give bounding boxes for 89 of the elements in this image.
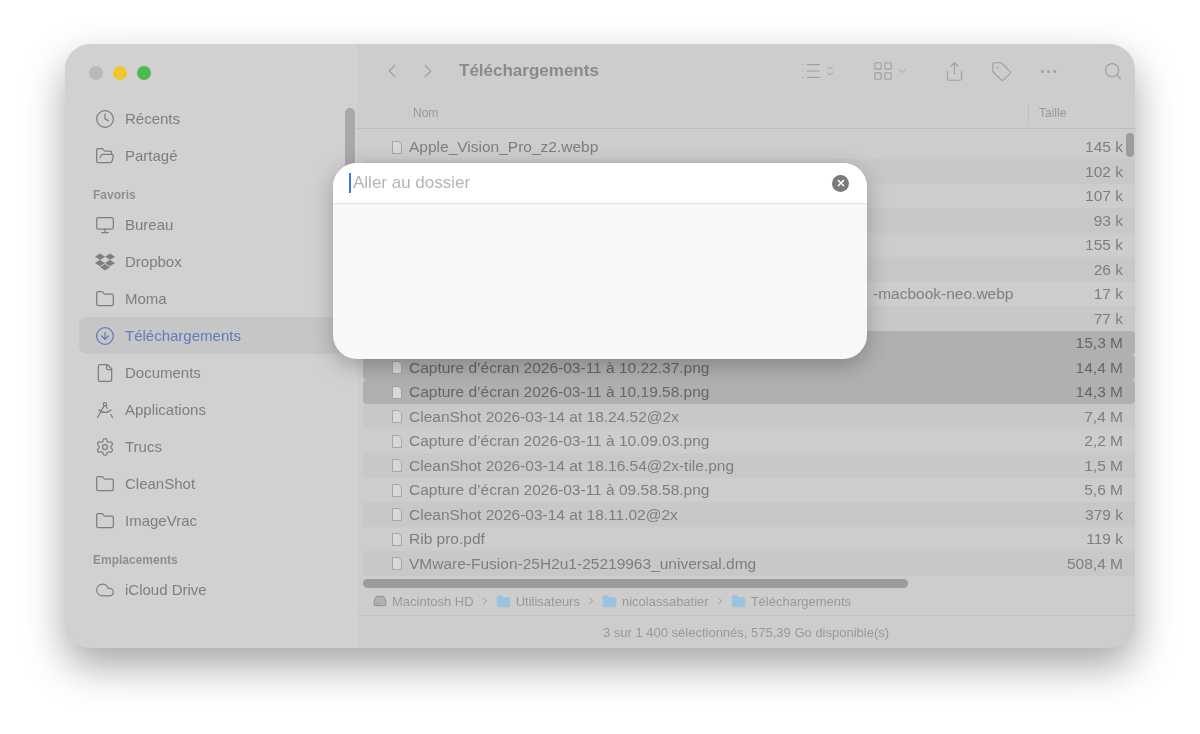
- file-size: 14,3 M: [1074, 383, 1123, 402]
- file-name: Capture d’écran 2026-03-11 à 10.22.37.png: [409, 358, 711, 377]
- file-size: 5,6 M: [1083, 481, 1123, 500]
- file-name: Capture d’écran 2026-03-11 à 10.19.58.png: [409, 383, 711, 402]
- file-size: 77 k: [1092, 309, 1123, 328]
- clear-button[interactable]: [832, 174, 849, 192]
- file-size: 7,4 M: [1083, 407, 1123, 426]
- file-row[interactable]: CleanShot 2026-03-14 at 18.16.54@2x-tile.png 1,5 M: [363, 453, 1135, 478]
- tag-icon[interactable]: [991, 60, 1012, 82]
- file-name: CleanShot 2026-03-14 at 18.16.54@2x-tile.png: [409, 456, 736, 475]
- shared-folder-icon: [95, 145, 115, 166]
- folder-icon: [95, 510, 115, 531]
- file-name: -macbook-neo.webp: [873, 285, 1015, 304]
- file-name: VMware-Fusion-25H2u1-25219963_universal.dmg: [409, 554, 758, 573]
- scrollbar[interactable]: [1126, 132, 1134, 157]
- sidebar-section-header: Favoris: [92, 187, 137, 204]
- file-icon: [392, 361, 402, 375]
- search-icon[interactable]: [1103, 61, 1123, 82]
- folder-icon: [730, 593, 746, 609]
- folder-icon: [601, 593, 617, 609]
- file-size: 2,2 M: [1083, 432, 1123, 451]
- file-icon: [392, 385, 402, 399]
- file-name: Capture d’écran 2026-03-11 à 09.58.58.png: [409, 481, 711, 500]
- file-size: 145 k: [1084, 138, 1123, 157]
- file-size: 15,3 M: [1074, 334, 1123, 353]
- desktop-icon: [95, 214, 115, 235]
- file-size: 26 k: [1092, 260, 1123, 279]
- folder-path-field[interactable]: Aller au dossier: [351, 172, 832, 194]
- file-row[interactable]: Rib pro.pdf 119 k: [363, 526, 1135, 552]
- dropbox-icon: [95, 251, 115, 272]
- up-down-chevron-icon[interactable]: [824, 65, 836, 78]
- folder-icon: [495, 593, 511, 609]
- sidebar-item[interactable]: Dropbox: [79, 243, 345, 280]
- zoom-button[interactable]: [137, 66, 151, 80]
- file-size: 14,4 M: [1074, 358, 1123, 377]
- close-button[interactable]: [89, 66, 103, 80]
- file-icon: [392, 140, 402, 154]
- text-cursor: [349, 173, 351, 193]
- file-row[interactable]: Capture d’écran 2026-03-11 à 10.19.58.png 14,3 M: [363, 379, 1135, 405]
- file-name: CleanShot 2026-03-14 at 18.24.52@2x: [409, 407, 680, 426]
- folder-icon: [95, 473, 115, 494]
- window-title: Téléchargements: [459, 61, 600, 82]
- document-icon: [95, 362, 115, 383]
- share-icon[interactable]: [944, 60, 965, 82]
- file-name: CleanShot 2026-03-14 at 18.11.02@2x: [409, 505, 679, 524]
- file-size: 102 k: [1084, 162, 1123, 181]
- sidebar-item[interactable]: iCloud Drive: [79, 571, 345, 608]
- file-icon: [392, 557, 402, 571]
- sidebar-item[interactable]: Bureau: [79, 206, 345, 243]
- gear-icon: [95, 436, 115, 457]
- file-size: 1,5 M: [1083, 456, 1123, 475]
- clock-icon: [95, 108, 115, 129]
- file-size: 379 k: [1084, 505, 1123, 524]
- file-size: 93 k: [1092, 211, 1123, 230]
- applications-icon: [95, 399, 115, 420]
- file-row[interactable]: Capture d’écran 2026-03-11 à 09.58.58.png 5,6 M: [363, 477, 1135, 503]
- file-name: Apple_Vision_Pro_z2.webp: [409, 138, 600, 157]
- file-name: Capture d’écran 2026-03-11 à 10.09.03.png: [409, 432, 711, 451]
- file-icon: [392, 459, 402, 473]
- file-row[interactable]: CleanShot 2026-03-14 at 18.11.02@2x 379 k: [363, 502, 1135, 527]
- file-icon: [392, 532, 402, 546]
- sidebar-section-header: Emplacements: [92, 552, 179, 569]
- file-size: 17 k: [1092, 285, 1123, 304]
- download-icon: [95, 325, 115, 346]
- minimize-button[interactable]: [113, 66, 127, 80]
- file-row[interactable]: CleanShot 2026-03-14 at 18.24.52@2x 7,4 M: [363, 404, 1135, 429]
- sidebar-item[interactable]: Récents: [79, 100, 345, 137]
- file-row[interactable]: Capture d’écran 2026-03-11 à 10.09.03.png 2,2 M: [363, 428, 1135, 454]
- file-icon: [392, 434, 402, 448]
- scrollbar[interactable]: [363, 578, 908, 588]
- file-row[interactable]: VMware-Fusion-25H2u1-25219963_universal.dmg 508,4 M: [363, 551, 1135, 576]
- sidebar-item[interactable]: Documents: [79, 354, 345, 391]
- file-icon: [392, 410, 402, 424]
- sidebar-item[interactable]: CleanShot: [79, 465, 345, 502]
- file-row[interactable]: Capture d’écran 2026-03-11 à 10.22.37.png 14,4 M: [363, 355, 1135, 380]
- file-row[interactable]: Apple_Vision_Pro_z2.webp 145 k: [363, 134, 1135, 160]
- search-field[interactable]: Aller au dossier: [333, 163, 867, 204]
- file-icon: [392, 508, 402, 522]
- file-size: 155 k: [1084, 236, 1123, 255]
- sidebar-item[interactable]: Trucs: [79, 428, 345, 465]
- sidebar-item[interactable]: Applications: [79, 391, 345, 428]
- sidebar-item[interactable]: Moma: [79, 280, 345, 317]
- file-size: 508,4 M: [1066, 554, 1123, 573]
- file-name: Rib pro.pdf: [409, 530, 486, 549]
- grid-icon[interactable]: [872, 60, 894, 83]
- file-size: 119 k: [1085, 530, 1123, 549]
- sidebar-item[interactable]: ImageVrac: [79, 502, 345, 539]
- file-icon: [392, 483, 402, 497]
- folder-icon: [95, 288, 115, 309]
